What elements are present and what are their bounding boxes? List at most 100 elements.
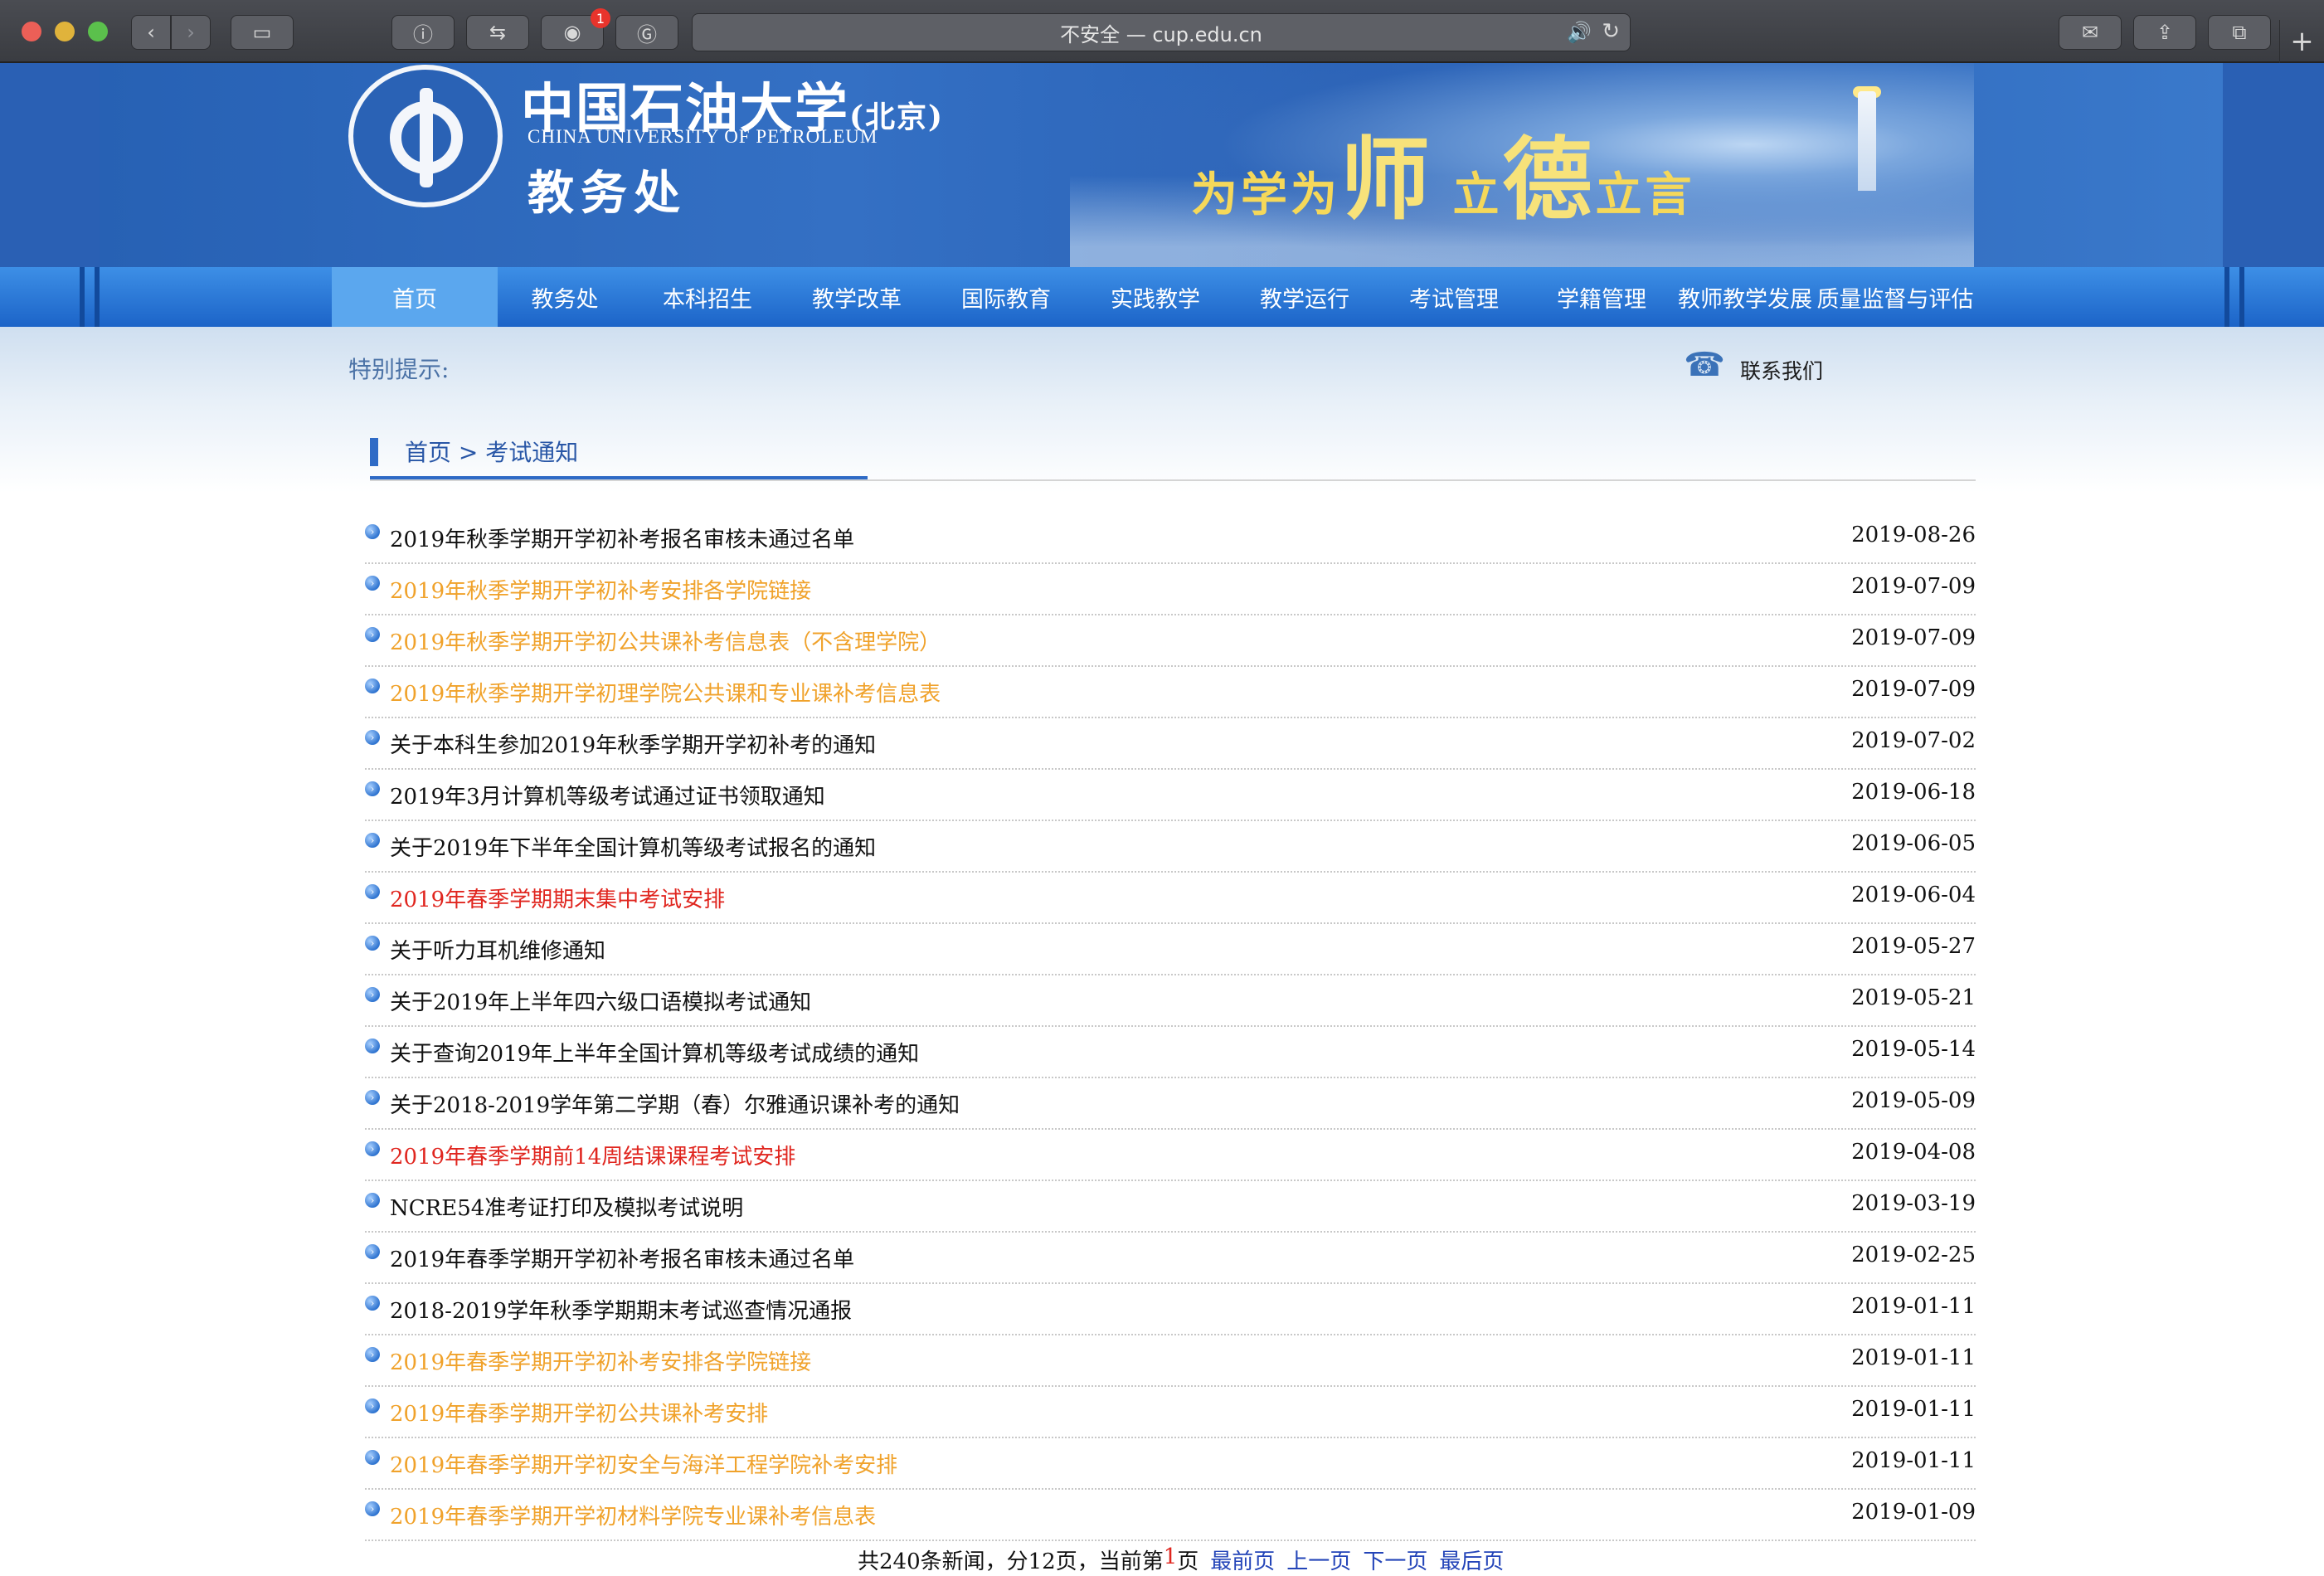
nav-item-exam-management[interactable]: 考试管理 (1380, 267, 1528, 327)
bullet-arrow-icon: › (365, 576, 380, 591)
news-title-link[interactable]: 关于听力耳机维修通知 (390, 934, 605, 965)
news-title-link[interactable]: 2019年秋季学期开学初补考报名审核未通过名单 (390, 523, 854, 553)
nav-item-home[interactable]: 首页 (332, 267, 498, 327)
share-button[interactable]: ⇪ (2133, 15, 2196, 50)
address-bar[interactable]: 不安全 — cup.edu.cn 🔊 ↻ (692, 13, 1631, 51)
slogan-big2: 德 (1502, 129, 1596, 232)
grammarly-button[interactable]: Ⓖ (615, 15, 678, 50)
news-title-link[interactable]: 2019年春季学期开学初材料学院专业课补考信息表 (390, 1500, 876, 1530)
news-row: › 2019年秋季学期开学初公共课补考信息表（不含理学院） 2019-07-09 (365, 615, 1976, 667)
news-title-link[interactable]: 关于2019年下半年全国计算机等级考试报名的通知 (390, 831, 876, 862)
lighthouse-image (1858, 91, 1876, 191)
news-row: › 2019年春季学期开学初公共课补考安排 2019-01-11 (365, 1387, 1976, 1438)
news-date: 2019-01-11 (1851, 1397, 1976, 1422)
news-row: › 关于听力耳机维修通知 2019-05-27 (365, 924, 1976, 975)
reload-icon[interactable]: ↻ (1602, 19, 1620, 44)
nav-item-student-status[interactable]: 学籍管理 (1528, 267, 1675, 327)
bullet-arrow-icon: › (365, 781, 380, 796)
news-title-link[interactable]: 2019年3月计算机等级考试通过证书领取通知 (390, 780, 825, 810)
bullet-arrow-icon: › (365, 833, 380, 848)
news-title-link[interactable]: 2019年秋季学期开学初理学院公共课和专业课补考信息表 (390, 677, 941, 708)
news-row: › 2019年春季学期期末集中考试安排 2019-06-04 (365, 873, 1976, 924)
minimize-window-button[interactable] (55, 22, 75, 41)
zoom-window-button[interactable] (88, 22, 108, 41)
url-text: 不安全 — cup.edu.cn (1060, 22, 1262, 46)
tabs-button[interactable]: ⧉ (2208, 15, 2271, 50)
news-title-link[interactable]: 关于查询2019年上半年全国计算机等级考试成绩的通知 (390, 1037, 919, 1068)
news-date: 2019-06-18 (1851, 780, 1976, 805)
news-row: › 关于查询2019年上半年全国计算机等级考试成绩的通知 2019-05-14 (365, 1027, 1976, 1078)
nav-item-quality-evaluation[interactable]: 质量监督与评估 (1815, 267, 1976, 327)
forward-button[interactable]: › (171, 15, 211, 50)
nav-item-teaching-reform[interactable]: 教学改革 (783, 267, 931, 327)
news-title-link[interactable]: 2018-2019学年秋季学期期末考试巡查情况通报 (390, 1294, 852, 1325)
news-list: › 2019年秋季学期开学初补考报名审核未通过名单 2019-08-26 › 2019年… (365, 513, 1976, 1541)
news-row: › 2018-2019学年秋季学期期末考试巡查情况通报 2019-01-11 (365, 1284, 1976, 1335)
new-tab-button[interactable]: + (2279, 20, 2324, 63)
nav-item-academic-affairs[interactable]: 教务处 (498, 267, 632, 327)
news-date: 2019-08-26 (1851, 523, 1976, 547)
news-row: › 2019年春季学期开学初补考报名审核未通过名单 2019-02-25 (365, 1233, 1976, 1284)
nav-item-international-education[interactable]: 国际教育 (931, 267, 1082, 327)
school-name-en: CHINA UNIVERSITY OF PETROLEUM (528, 126, 878, 147)
news-title-link[interactable]: 关于2018-2019学年第二学期（春）尔雅通识课补考的通知 (390, 1088, 960, 1119)
pager-prev-link[interactable]: 上一页 (1286, 1544, 1351, 1575)
nav-item-teacher-development[interactable]: 教师教学发展 (1675, 267, 1815, 327)
nav-item-practical-teaching[interactable]: 实践教学 (1082, 267, 1229, 327)
news-row: › 2019年春季学期开学初材料学院专业课补考信息表 2019-01-09 (365, 1490, 1976, 1541)
news-date: 2019-07-09 (1851, 677, 1976, 702)
news-title-link[interactable]: 关于本科生参加2019年秋季学期开学初补考的通知 (390, 728, 876, 759)
news-title-link[interactable]: 2019年秋季学期开学初补考安排各学院链接 (390, 574, 811, 605)
news-row: › 关于2019年上半年四六级口语模拟考试通知 2019-05-21 (365, 975, 1976, 1027)
contact-us-link[interactable]: 联系我们 (1740, 355, 1823, 385)
nav-edge-left-inner (95, 267, 100, 327)
info-button[interactable]: ⓘ (391, 15, 455, 50)
breadcrumb[interactable]: 首页 > 考试通知 (405, 435, 578, 468)
nav-item-teaching-operation[interactable]: 教学运行 (1229, 267, 1380, 327)
extension-icon: ◉ (563, 21, 581, 44)
nav-edge-right-inner (2239, 267, 2244, 327)
grammarly-icon: Ⓖ (637, 22, 657, 46)
pager-summary-prefix: 共240条新闻，分12页，当前第 (858, 1549, 1164, 1574)
extension-badge: 1 (591, 8, 610, 28)
bullet-arrow-icon: › (365, 1347, 380, 1362)
bullet-arrow-icon: › (365, 1450, 380, 1465)
swap-button[interactable]: ⇆ (466, 15, 529, 50)
news-title-link[interactable]: 2019年秋季学期开学初公共课补考信息表（不含理学院） (390, 625, 941, 656)
breadcrumb-marker (370, 438, 378, 466)
news-title-link[interactable]: 2019年春季学期开学初公共课补考安排 (390, 1397, 768, 1428)
pager-first-link[interactable]: 最前页 (1210, 1544, 1275, 1575)
bullet-arrow-icon: › (365, 1501, 380, 1516)
nav-item-admissions[interactable]: 本科招生 (632, 267, 783, 327)
speaker-icon[interactable]: 🔊 (1567, 21, 1592, 44)
logo-emblem-bar (420, 88, 433, 187)
news-row: › NCRE54准考证打印及模拟考试说明 2019-03-19 (365, 1181, 1976, 1233)
news-title-link[interactable]: NCRE54准考证打印及模拟考试说明 (390, 1191, 743, 1222)
news-date: 2019-07-09 (1851, 574, 1976, 599)
news-date: 2019-01-11 (1851, 1345, 1976, 1370)
news-date: 2019-07-09 (1851, 625, 1976, 650)
news-title-link[interactable]: 2019年春季学期开学初补考安排各学院链接 (390, 1345, 811, 1376)
pager-next-link[interactable]: 下一页 (1363, 1544, 1427, 1575)
news-title-link[interactable]: 2019年春季学期期末集中考试安排 (390, 883, 725, 913)
tabs-icon: ⧉ (2232, 21, 2247, 44)
nav-edge-left (80, 267, 85, 327)
mail-button[interactable]: ✉ (2059, 15, 2122, 50)
news-row: › 2019年秋季学期开学初补考报名审核未通过名单 2019-08-26 (365, 513, 1976, 564)
pager-last-link[interactable]: 最后页 (1439, 1544, 1504, 1575)
news-row: › 关于2018-2019学年第二学期（春）尔雅通识课补考的通知 2019-05-0… (365, 1078, 1976, 1130)
pager-summary-suffix: 页 (1177, 1549, 1199, 1574)
news-title-link[interactable]: 2019年春季学期前14周结课课程考试安排 (390, 1140, 795, 1170)
news-row: › 2019年春季学期开学初补考安排各学院链接 2019-01-11 (365, 1335, 1976, 1387)
news-title-link[interactable]: 2019年春季学期开学初补考报名审核未通过名单 (390, 1243, 854, 1273)
news-date: 2019-05-21 (1851, 985, 1976, 1010)
bullet-arrow-icon: › (365, 1193, 380, 1208)
close-window-button[interactable] (22, 22, 41, 41)
back-button[interactable]: ‹ (131, 15, 171, 50)
news-title-link[interactable]: 2019年春季学期开学初安全与海洋工程学院补考安排 (390, 1448, 897, 1479)
news-title-link[interactable]: 关于2019年上半年四六级口语模拟考试通知 (390, 985, 811, 1016)
news-row: › 2019年春季学期开学初安全与海洋工程学院补考安排 2019-01-11 (365, 1438, 1976, 1490)
bullet-arrow-icon: › (365, 936, 380, 951)
sidebar-toggle-button[interactable]: ▭ (231, 15, 294, 50)
bullet-arrow-icon: › (365, 524, 380, 539)
